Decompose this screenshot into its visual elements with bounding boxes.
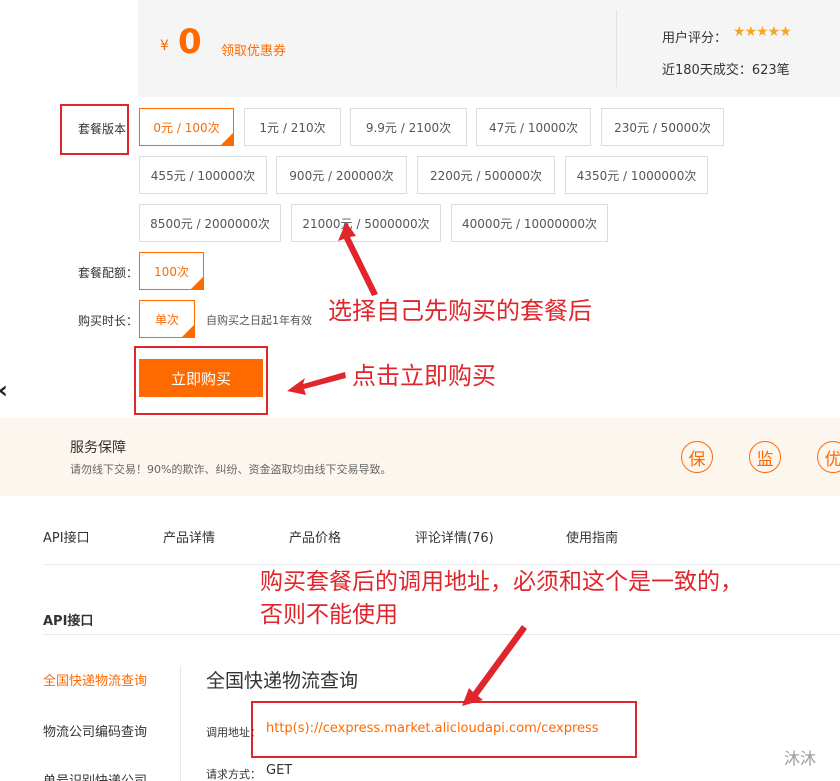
service-title: 服务保障 — [70, 440, 126, 456]
price-bar: ¥ 0 领取优惠券 用户评分： ★★★★★ 近180天成交：623笔 — [138, 0, 840, 97]
watermark: 沐沐 — [784, 749, 817, 768]
duration-option[interactable]: 单次 — [139, 300, 195, 338]
service-description: 请勿线下交易！90%的欺诈、纠纷、资金盗取均由线下交易导致。 — [70, 463, 392, 476]
package-option[interactable]: 900元 / 200000次 — [276, 156, 407, 194]
tab-product-details[interactable]: 产品详情 — [163, 527, 215, 546]
detail-tabs: API接口 产品详情 产品价格 评论详情(76) 使用指南 — [0, 510, 840, 560]
annotation-url-note-line2: 否则不能使用 — [260, 602, 398, 628]
api-url[interactable]: http(s)://cexpress.market.alicloudapi.co… — [266, 721, 599, 736]
supervision-badge-icon: 监 — [749, 441, 781, 473]
quota-label: 套餐配额： — [78, 266, 139, 280]
coupon-link[interactable]: 领取优惠券 — [221, 40, 286, 59]
service-guarantee-band: 服务保障 请勿线下交易！90%的欺诈、纠纷、资金盗取均由线下交易导致。 保 监 … — [0, 418, 840, 496]
package-option[interactable]: 1元 / 210次 — [244, 108, 341, 146]
sidebar-item-company-codes[interactable]: 物流公司编码查询 — [43, 721, 147, 740]
method-label: 请求方式： — [206, 768, 261, 781]
api-method: GET — [266, 763, 293, 778]
package-option[interactable]: 9.9元 / 2100次 — [350, 108, 467, 146]
package-option[interactable]: 230元 / 50000次 — [601, 108, 724, 146]
package-option[interactable]: 4350元 / 1000000次 — [565, 156, 708, 194]
section-title: API接口 — [43, 614, 94, 629]
package-option[interactable]: 8500元 / 2000000次 — [139, 204, 281, 242]
package-option[interactable]: 0元 / 100次 — [139, 108, 234, 146]
sidebar-divider — [180, 666, 181, 781]
price-currency: ¥ — [160, 38, 169, 54]
annotation-select-package: 选择自己先购买的套餐后 — [328, 297, 592, 325]
package-option[interactable]: 455元 / 100000次 — [139, 156, 267, 194]
section-divider — [43, 634, 840, 635]
highlight-box-buy-button — [134, 346, 268, 415]
annotation-url-note-line1: 购买套餐后的调用地址，必须和这个是一致的， — [260, 569, 743, 595]
package-option[interactable]: 40000元 / 10000000次 — [451, 204, 608, 242]
api-title: 全国快递物流查询 — [206, 670, 359, 692]
sidebar-item-number-recognition[interactable]: 单号识别快递公司 — [43, 770, 147, 781]
chevron-left-icon[interactable]: ‹ — [0, 376, 8, 404]
rating-label: 用户评分： — [662, 31, 728, 46]
package-option[interactable]: 21000元 / 5000000次 — [291, 204, 441, 242]
url-label: 调用地址： — [206, 726, 261, 739]
arrow-to-buy-button-icon — [287, 372, 346, 395]
deal-count: 近180天成交：623笔 — [662, 63, 790, 78]
quality-badge-icon: 优 — [817, 441, 840, 473]
validity-note: 自购买之日起1年有效 — [206, 314, 312, 327]
rating-stars: ★★★★★ — [733, 24, 792, 40]
tab-reviews[interactable]: 评论详情(76) — [415, 527, 494, 546]
tabs-divider — [43, 564, 840, 565]
highlight-box-package-label — [60, 104, 129, 155]
quota-option[interactable]: 100次 — [139, 252, 204, 290]
package-option[interactable]: 47元 / 10000次 — [476, 108, 591, 146]
tab-guide[interactable]: 使用指南 — [566, 527, 618, 546]
rating-divider — [616, 10, 617, 87]
package-option[interactable]: 2200元 / 500000次 — [417, 156, 555, 194]
arrow-to-api-url-icon — [462, 625, 527, 706]
sidebar-item-express-query[interactable]: 全国快递物流查询 — [43, 670, 147, 689]
duration-label: 购买时长： — [78, 314, 139, 328]
price-value: 0 — [178, 22, 202, 62]
tab-api[interactable]: API接口 — [43, 527, 90, 546]
tab-pricing[interactable]: 产品价格 — [289, 527, 341, 546]
annotation-click-buy: 点击立即购买 — [352, 362, 496, 390]
guarantee-badge-icon: 保 — [681, 441, 713, 473]
